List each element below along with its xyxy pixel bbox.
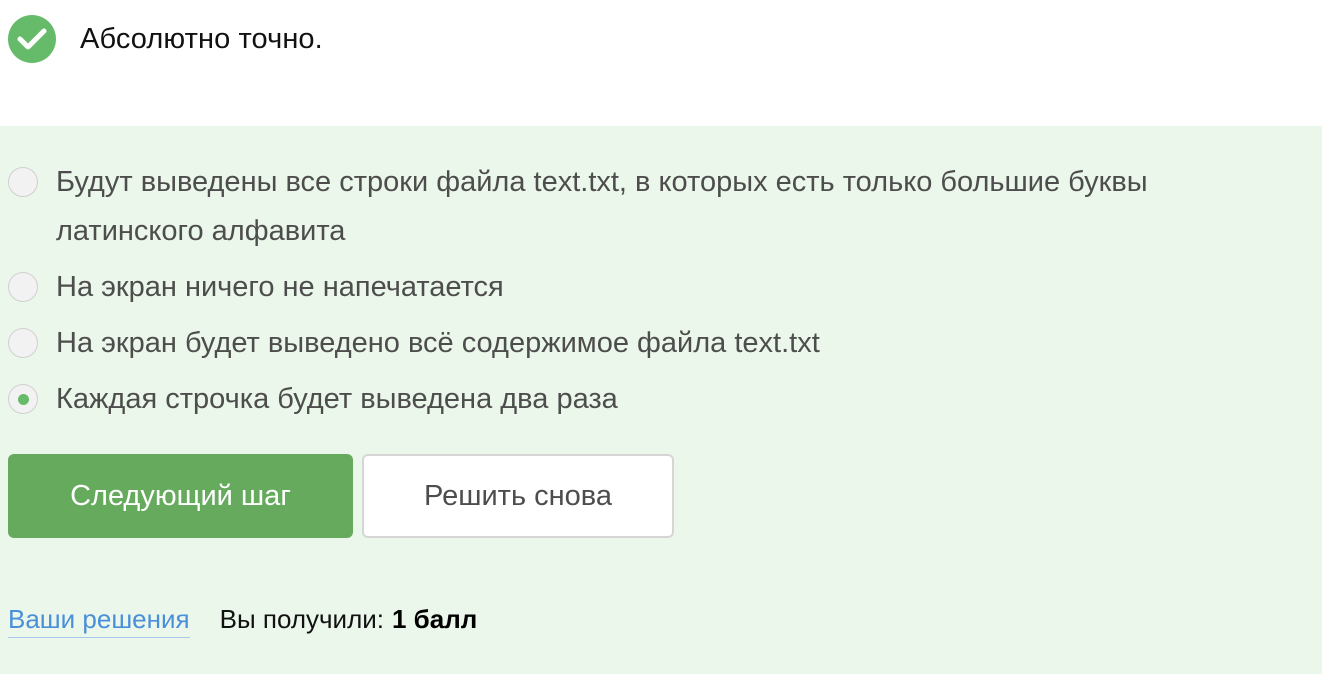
answer-option[interactable]: На экран ничего не напечатается bbox=[8, 263, 1308, 319]
answer-option-label: Будут выведены все строки файла text.txt… bbox=[56, 166, 1148, 247]
next-step-button[interactable]: Следующий шаг bbox=[8, 454, 353, 538]
radio-button[interactable] bbox=[8, 272, 38, 302]
action-buttons: Следующий шаг Решить снова bbox=[8, 454, 674, 538]
answer-option-label: Каждая строчка будет выведена два раза bbox=[56, 383, 618, 415]
radio-button[interactable] bbox=[8, 328, 38, 358]
answer-option-label: На экран ничего не напечатается bbox=[56, 271, 504, 303]
radio-button-selected[interactable] bbox=[8, 384, 38, 414]
retry-button[interactable]: Решить снова bbox=[362, 454, 674, 538]
result-banner: Абсолютно точно. bbox=[8, 14, 323, 64]
submission-footer: Ваши решения Вы получили: 1 балл bbox=[8, 604, 477, 638]
answer-option[interactable]: Будут выведены все строки файла text.txt… bbox=[8, 158, 1308, 263]
answer-options: Будут выведены все строки файла text.txt… bbox=[8, 158, 1308, 431]
your-solutions-link[interactable]: Ваши решения bbox=[8, 604, 190, 638]
quiz-panel: Будут выведены все строки файла text.txt… bbox=[0, 126, 1322, 674]
result-message: Абсолютно точно. bbox=[80, 22, 323, 55]
score-label: Вы получили: bbox=[219, 604, 384, 634]
answer-option-selected[interactable]: Каждая строчка будет выведена два раза bbox=[8, 375, 1308, 431]
score-value: 1 балл bbox=[392, 604, 478, 634]
checkmark-icon bbox=[8, 15, 56, 63]
answer-option-label: На экран будет выведено всё содержимое ф… bbox=[56, 327, 820, 359]
radio-button[interactable] bbox=[8, 167, 38, 197]
answer-option[interactable]: На экран будет выведено всё содержимое ф… bbox=[8, 319, 1308, 375]
